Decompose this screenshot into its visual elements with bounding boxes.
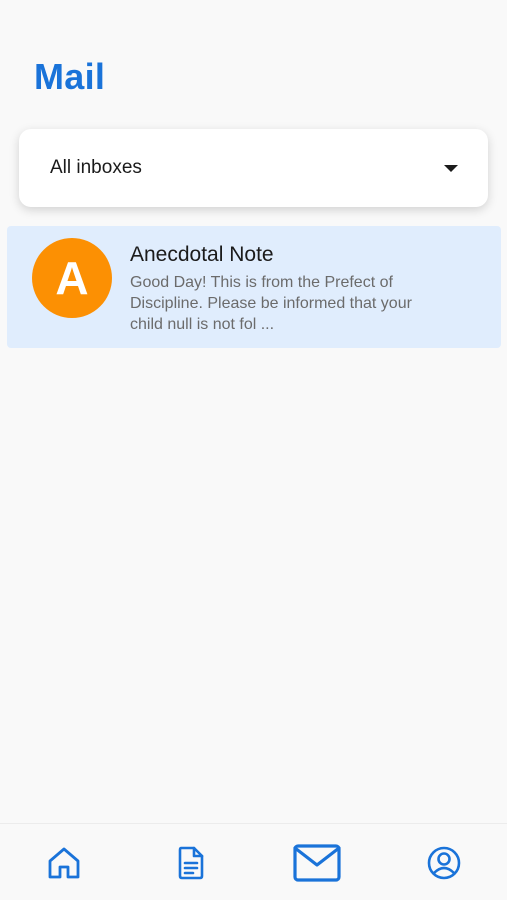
page-title: Mail — [34, 56, 106, 97]
inbox-filter-dropdown[interactable]: All inboxes — [19, 129, 488, 207]
nav-profile-button[interactable] — [420, 838, 468, 888]
nav-documents-button[interactable] — [167, 838, 215, 888]
mail-icon — [293, 844, 341, 882]
inbox-filter-value: All inboxes — [50, 157, 142, 178]
mail-list-item[interactable]: A Anecdotal Note Good Day! This is from … — [7, 226, 501, 348]
mail-subject: Anecdotal Note — [130, 243, 274, 266]
nav-home-button[interactable] — [40, 838, 88, 888]
nav-mail-button[interactable] — [291, 838, 343, 888]
home-icon — [48, 847, 80, 879]
profile-icon — [427, 846, 461, 880]
document-icon — [178, 846, 204, 880]
bottom-navigation — [0, 823, 507, 900]
caret-down-icon — [444, 164, 458, 172]
avatar: A — [32, 238, 112, 318]
mail-preview: Good Day! This is from the Prefect of Di… — [130, 274, 412, 333]
